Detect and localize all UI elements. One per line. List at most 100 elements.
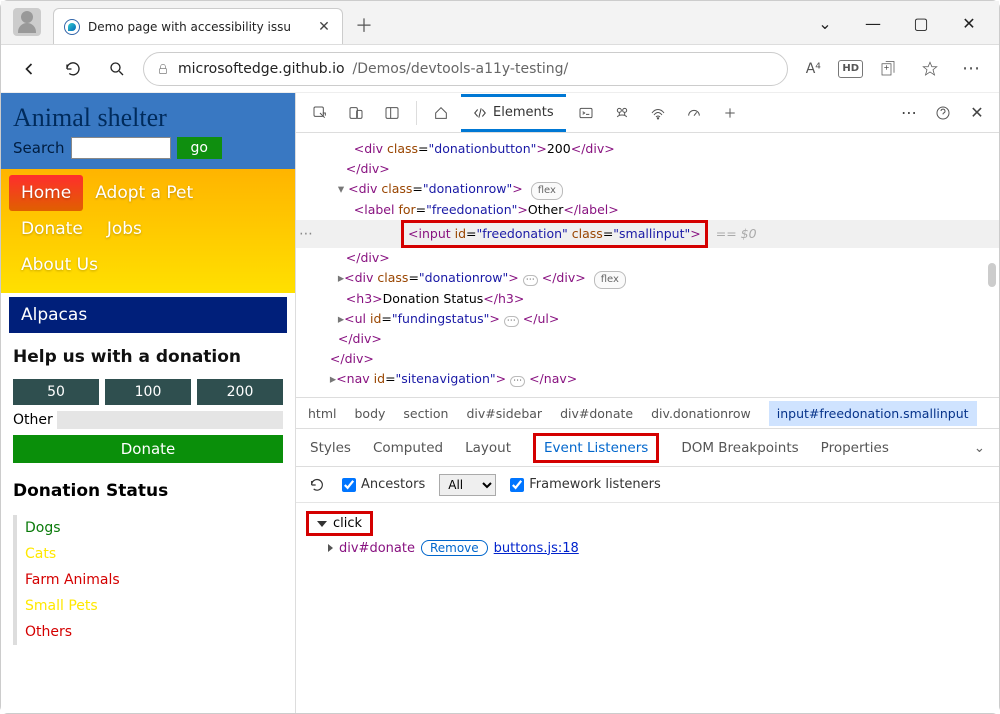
search-icon[interactable]	[99, 51, 135, 87]
url-path: /Demos/devtools-a11y-testing/	[353, 61, 569, 77]
page-banner: Animal shelter Search go	[1, 93, 295, 169]
nav-home[interactable]: Home	[9, 175, 83, 211]
remove-listener-button[interactable]: Remove	[421, 540, 488, 556]
other-label: Other	[13, 412, 53, 428]
panel-chevron-icon[interactable]: ⌄	[974, 440, 985, 456]
profile-avatar[interactable]	[13, 8, 41, 36]
hd-icon[interactable]: HD	[838, 60, 863, 78]
performance-tab-icon[interactable]	[678, 97, 710, 129]
status-others[interactable]: Others	[25, 619, 283, 645]
crumb-body[interactable]: body	[354, 406, 385, 421]
dom-node-actions-icon[interactable]: ⋯	[296, 220, 317, 248]
network-tab-icon[interactable]	[642, 97, 674, 129]
sources-tab-icon[interactable]	[606, 97, 638, 129]
back-button[interactable]	[11, 51, 47, 87]
refresh-listeners-icon[interactable]	[306, 469, 328, 501]
read-aloud-icon[interactable]: A⁴	[796, 52, 830, 86]
edge-favicon	[64, 19, 80, 35]
dom-tree[interactable]: <div class="donationbutton">200</div> </…	[296, 133, 999, 397]
go-button[interactable]: go	[177, 137, 222, 159]
tab-computed[interactable]: Computed	[373, 440, 443, 456]
window-titlebar: Demo page with accessibility issu ✕ ＋ ⌄ …	[1, 1, 999, 45]
sidebar-panel-tabs: Styles Computed Layout Event Listeners D…	[296, 429, 999, 467]
status-section: Donation Status Dogs Cats Farm Animals S…	[1, 471, 295, 655]
new-tab-button[interactable]: ＋	[349, 10, 379, 40]
close-window-button[interactable]: ✕	[947, 7, 991, 39]
listener-entry[interactable]: div#donate Remove buttons.js:18	[306, 536, 989, 556]
help-icon[interactable]	[927, 97, 959, 129]
listener-scope-select[interactable]: All	[439, 474, 496, 496]
listener-filter-row: Ancestors All Framework listeners	[296, 467, 999, 503]
dom-selected-node[interactable]: ⋯ <input id="freedonation" class="smalli…	[296, 220, 999, 248]
dom-scrollbar[interactable]	[988, 263, 996, 287]
console-tab-icon[interactable]	[570, 97, 602, 129]
tab-properties[interactable]: Properties	[821, 440, 889, 456]
tab-event-listeners[interactable]: Event Listeners	[533, 433, 659, 463]
nav-adopt[interactable]: Adopt a Pet	[83, 175, 205, 211]
more-icon[interactable]: ⋯	[955, 52, 989, 86]
welcome-tab-icon[interactable]	[425, 97, 457, 129]
devtools-toolbar: Elements ⋯ ✕	[296, 93, 999, 133]
tab-layout[interactable]: Layout	[465, 440, 511, 456]
devtools-close-icon[interactable]: ✕	[961, 97, 993, 129]
page-title: Animal shelter	[13, 103, 283, 133]
search-label: Search	[13, 139, 65, 157]
crumb-sidebar[interactable]: div#sidebar	[466, 406, 542, 421]
donation-section: Help us with a donation 50 100 200 Other…	[1, 333, 295, 471]
address-bar: microsoftedge.github.io/Demos/devtools-a…	[1, 45, 999, 93]
nav-jobs[interactable]: Jobs	[95, 211, 154, 247]
crumb-donationrow[interactable]: div.donationrow	[651, 406, 751, 421]
url-input[interactable]: microsoftedge.github.io/Demos/devtools-a…	[143, 52, 788, 86]
caret-down-icon[interactable]: ⌄	[803, 7, 847, 39]
crumb-donate[interactable]: div#donate	[560, 406, 633, 421]
selected-node-ref: == $0	[716, 224, 757, 244]
amount-50[interactable]: 50	[13, 379, 99, 405]
listener-target: div#donate	[339, 541, 415, 556]
nav-donate[interactable]: Donate	[9, 211, 95, 247]
amount-100[interactable]: 100	[105, 379, 191, 405]
window-controls: ⌄ — ▢ ✕	[803, 1, 999, 45]
favorite-icon[interactable]	[913, 52, 947, 86]
device-toggle-icon[interactable]	[340, 97, 372, 129]
amount-200[interactable]: 200	[197, 379, 283, 405]
dock-icon[interactable]	[376, 97, 408, 129]
minimize-button[interactable]: —	[851, 7, 895, 39]
devtools-panel: Elements ⋯ ✕ <div class="donationbutton"…	[296, 93, 999, 713]
maximize-button[interactable]: ▢	[899, 7, 943, 39]
donate-button[interactable]: Donate	[13, 435, 283, 463]
tab-dom-breakpoints[interactable]: DOM Breakpoints	[681, 440, 798, 456]
nav-about[interactable]: About Us	[9, 247, 110, 283]
framework-checkbox[interactable]: Framework listeners	[510, 477, 661, 492]
elements-icon	[473, 106, 487, 120]
crumb-section[interactable]: section	[403, 406, 448, 421]
collections-icon[interactable]	[871, 52, 905, 86]
status-cats[interactable]: Cats	[25, 541, 283, 567]
dom-breadcrumb[interactable]: html body section div#sidebar div#donate…	[296, 397, 999, 429]
tab-close-icon[interactable]: ✕	[316, 19, 332, 35]
status-farm[interactable]: Farm Animals	[25, 567, 283, 593]
inspect-icon[interactable]	[304, 97, 336, 129]
listener-source-link[interactable]: buttons.js:18	[494, 541, 579, 556]
tab-styles[interactable]: Styles	[310, 440, 351, 456]
crumb-html[interactable]: html	[308, 406, 336, 421]
search-input[interactable]	[71, 137, 171, 159]
devtools-more-icon[interactable]: ⋯	[893, 97, 925, 129]
expand-icon	[328, 544, 333, 552]
refresh-button[interactable]	[55, 51, 91, 87]
ancestors-checkbox[interactable]: Ancestors	[342, 477, 425, 492]
status-heading: Donation Status	[13, 481, 283, 501]
tab-title: Demo page with accessibility issu	[88, 20, 308, 34]
url-domain: microsoftedge.github.io	[178, 61, 345, 77]
submenu-alpacas[interactable]: Alpacas	[9, 297, 287, 333]
crumb-selected[interactable]: input#freedonation.smallinput	[769, 401, 977, 426]
other-input[interactable]	[57, 411, 283, 429]
browser-tab[interactable]: Demo page with accessibility issu ✕	[53, 8, 343, 44]
main-nav: Home Adopt a Pet Donate Jobs About Us	[1, 169, 295, 293]
status-small[interactable]: Small Pets	[25, 593, 283, 619]
elements-tab[interactable]: Elements	[461, 94, 566, 132]
expand-icon	[317, 521, 327, 527]
status-dogs[interactable]: Dogs	[25, 515, 283, 541]
listener-click-group[interactable]: click	[306, 511, 373, 536]
donation-heading: Help us with a donation	[13, 347, 283, 367]
add-tab-icon[interactable]	[714, 97, 746, 129]
